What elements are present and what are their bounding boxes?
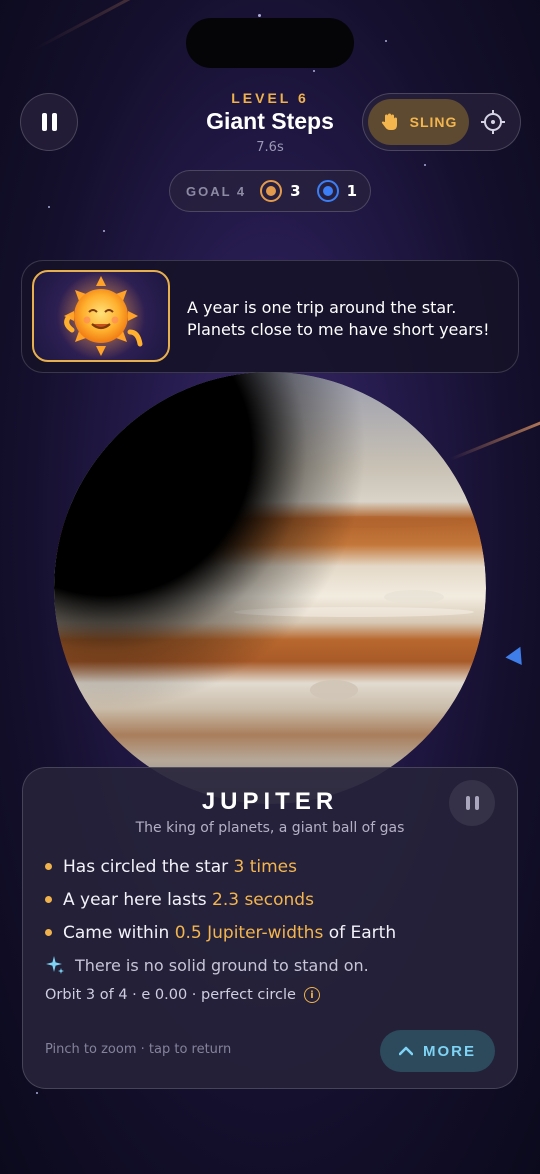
more-button[interactable]: MORE xyxy=(380,1030,495,1072)
more-label: MORE xyxy=(423,1042,476,1060)
fact-list: Has circled the star 3 times A year here… xyxy=(45,850,396,981)
blue-orbit-icon xyxy=(316,180,339,202)
goal-label: GOAL 4 xyxy=(186,183,247,199)
blue-count: 1 xyxy=(346,182,358,200)
planet-info-card: JUPITER The king of planets, a giant bal… xyxy=(22,767,518,1089)
mode-toggle: SLING xyxy=(362,93,521,151)
jupiter-planet[interactable] xyxy=(54,372,486,804)
tip-line-2: Planets close to me have short years! xyxy=(187,320,490,339)
fun-fact-note: There is no solid ground to stand on. xyxy=(45,949,396,981)
fact-item: Came within 0.5 Jupiter-widths of Earth xyxy=(45,916,396,949)
fact-highlight: 0.5 Jupiter-widths xyxy=(174,922,324,943)
sun-mascot-avatar xyxy=(32,270,170,362)
chevron-up-icon xyxy=(399,1046,413,1056)
sparkle-icon xyxy=(46,956,64,974)
note-text: There is no solid ground to stand on. xyxy=(75,955,369,975)
sling-mode-button[interactable]: SLING xyxy=(368,99,469,145)
fact-highlight: 3 times xyxy=(233,856,297,877)
bullet-icon xyxy=(45,863,52,870)
tip-banner: A year is one trip around the star. Plan… xyxy=(21,260,519,373)
goal-pill: GOAL 4 3 1 xyxy=(169,170,371,212)
orbit-info-text: Orbit 3 of 4 · e 0.00 · perfect circle xyxy=(45,987,296,1003)
crosshair-icon[interactable] xyxy=(481,110,505,134)
gesture-hint: Pinch to zoom · tap to return xyxy=(45,1042,232,1057)
info-icon[interactable]: i xyxy=(303,987,320,1003)
fact-highlight: 2.3 seconds xyxy=(212,889,314,910)
orbit-info: Orbit 3 of 4 · e 0.00 · perfect circle i xyxy=(45,987,320,1003)
card-pause-button[interactable] xyxy=(449,780,495,826)
offscreen-pointer-icon xyxy=(505,642,529,666)
hand-tap-icon xyxy=(381,113,397,130)
tip-line-1: A year is one trip around the star. xyxy=(187,298,457,317)
planet-name: JUPITER xyxy=(201,788,339,815)
fact-item: Has circled the star 3 times xyxy=(45,850,396,883)
pause-icon xyxy=(465,796,479,810)
orange-count: 3 xyxy=(290,182,301,200)
bullet-icon xyxy=(45,929,52,936)
orange-orbit-icon xyxy=(260,180,283,202)
tip-message: A year is one trip around the star. Plan… xyxy=(187,297,490,341)
sling-label: SLING xyxy=(409,114,458,130)
device-notch xyxy=(186,18,354,68)
fact-item: A year here lasts 2.3 seconds xyxy=(45,883,396,916)
bullet-icon xyxy=(45,896,52,903)
planet-subtitle: The king of planets, a giant ball of gas xyxy=(135,820,405,836)
